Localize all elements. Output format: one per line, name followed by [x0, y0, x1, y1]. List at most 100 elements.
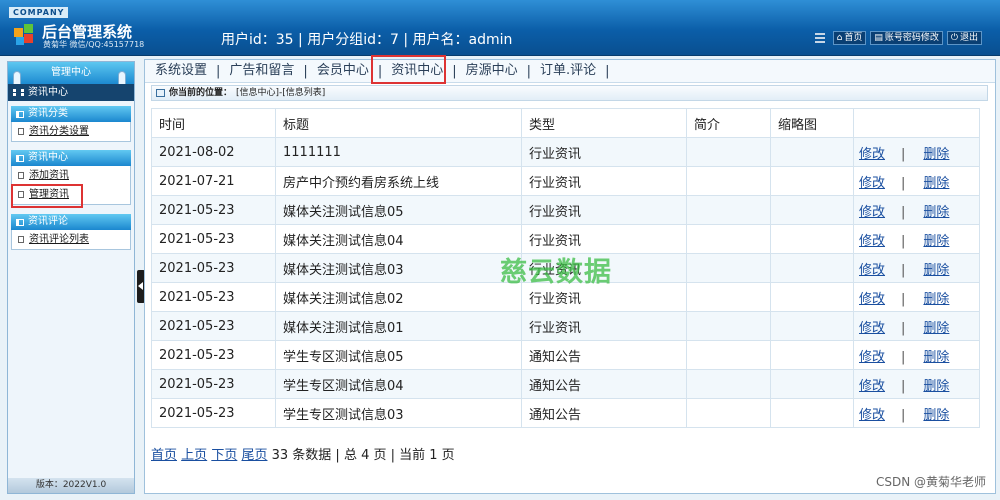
account-button[interactable]: ▤ 账号密码修改 [870, 31, 943, 45]
actions-cell: 修改 | 删除 [853, 166, 980, 196]
title-cell: 媒体关注测试信息02 [275, 282, 522, 312]
title-cell: 学生专区测试信息05 [275, 340, 522, 370]
menu-icon[interactable] [814, 33, 825, 43]
title-cell: 媒体关注测试信息05 [275, 195, 522, 225]
sidebar-section-title: 资讯分类 [28, 108, 68, 119]
type-cell: 行业资讯 [521, 195, 687, 225]
date-cell: 2021-05-23 [151, 224, 276, 254]
highlight-box [11, 184, 83, 208]
edit-link[interactable]: 修改 [859, 292, 885, 307]
delete-link[interactable]: 删除 [923, 263, 949, 278]
pin-icon [13, 71, 21, 85]
date-cell: 2021-07-21 [151, 166, 276, 196]
tab-system-settings[interactable]: 系统设置 [146, 61, 216, 81]
edit-link[interactable]: 修改 [859, 234, 885, 249]
sidebar-section-title: 资讯评论 [28, 216, 68, 227]
sidebar-section-header[interactable]: 资讯分类 [11, 106, 131, 122]
edit-link[interactable]: 修改 [859, 408, 885, 423]
date-cell: 2021-05-23 [151, 340, 276, 370]
tab-orders-reviews[interactable]: 订单.评论 [531, 61, 605, 81]
sidebar-section-header[interactable]: 资讯中心 [11, 150, 131, 166]
window-icon [16, 110, 24, 118]
delete-link[interactable]: 删除 [923, 379, 949, 394]
edit-link[interactable]: 修改 [859, 350, 885, 365]
actions-cell: 修改 | 删除 [853, 311, 980, 341]
delete-link[interactable]: 删除 [923, 176, 949, 191]
intro-cell [686, 369, 771, 399]
thumbnail-cell [770, 311, 854, 341]
watermark: 慈云数据 [500, 257, 612, 288]
sidebar-section-header[interactable]: 资讯评论 [11, 214, 131, 230]
delete-link[interactable]: 删除 [923, 234, 949, 249]
action-separator: | [901, 146, 906, 162]
title-cell: 学生专区测试信息03 [275, 398, 522, 428]
thumbnail-cell [770, 224, 854, 254]
home-button[interactable]: ⌂ 首页 [832, 31, 867, 45]
delete-link[interactable]: 删除 [923, 350, 949, 365]
type-cell: 行业资讯 [521, 137, 687, 167]
action-separator: | [901, 291, 906, 307]
window-icon [16, 218, 24, 226]
actions-cell: 修改 | 删除 [853, 253, 980, 283]
tab-ads-messages[interactable]: 广告和留言 [220, 61, 303, 81]
delete-link[interactable]: 删除 [923, 292, 949, 307]
sidebar-item-category-settings[interactable]: 资讯分类设置 [12, 122, 130, 141]
title-cell: 1111111 [275, 137, 522, 167]
sidebar-item-add-news[interactable]: 添加资讯 [12, 166, 130, 185]
edit-link[interactable]: 修改 [859, 263, 885, 278]
breadcrumb-path: [信息中心]-[信息列表] [236, 88, 326, 98]
sidebar-item-comment-list[interactable]: 资讯评论列表 [12, 230, 130, 249]
sidebar-item-label: 资讯评论列表 [29, 234, 89, 245]
sidebar-item-label: 资讯分类设置 [29, 126, 89, 137]
delete-link[interactable]: 删除 [923, 205, 949, 220]
sidebar-heading: 管理中心 [8, 62, 134, 84]
edit-link[interactable]: 修改 [859, 176, 885, 191]
cube-logo-icon [14, 24, 33, 45]
type-cell: 行业资讯 [521, 311, 687, 341]
edit-link[interactable]: 修改 [859, 379, 885, 394]
type-cell: 通知公告 [521, 369, 687, 399]
version-footer: 版本：2022V1.0 [8, 478, 134, 493]
delete-link[interactable]: 删除 [923, 408, 949, 423]
edit-link[interactable]: 修改 [859, 147, 885, 162]
logout-button[interactable]: ⏻ 退出 [946, 31, 982, 45]
tab-members[interactable]: 会员中心 [308, 61, 378, 81]
pin-icon [118, 71, 126, 85]
actions-cell: 修改 | 删除 [853, 398, 980, 428]
delete-link[interactable]: 删除 [923, 321, 949, 336]
tab-listings[interactable]: 房源中心 [457, 61, 527, 81]
title-cell: 媒体关注测试信息04 [275, 224, 522, 254]
breadcrumb-label: 你当前的位置： [169, 88, 233, 98]
actions-cell: 修改 | 删除 [853, 340, 980, 370]
table-row: 2021-05-23 媒体关注测试信息05 行业资讯 修改 | 删除 [151, 195, 980, 225]
table-row: 2021-05-23 学生专区测试信息04 通知公告 修改 | 删除 [151, 369, 980, 399]
sidebar-item-label: 添加资讯 [29, 170, 69, 181]
sidebar-heading-label: 管理中心 [51, 67, 91, 78]
type-cell: 行业资讯 [521, 166, 687, 196]
app-subtitle: 黄菊华 微信/QQ:45157718 [43, 40, 145, 49]
column-header [853, 108, 980, 138]
thumbnail-cell [770, 282, 854, 312]
intro-cell [686, 398, 771, 428]
edit-link[interactable]: 修改 [859, 321, 885, 336]
action-separator: | [901, 204, 906, 220]
pager-prev[interactable]: 上页 [181, 448, 207, 463]
window-icon [16, 154, 24, 162]
sidebar: 管理中心 资讯中心 资讯分类 资讯分类设置 资讯中心 添加资讯 管理资讯 资讯评… [7, 61, 135, 494]
header-actions: ⌂ 首页 ▤ 账号密码修改 ⏻ 退出 [814, 31, 982, 45]
home-icon: ⌂ [836, 33, 843, 43]
top-header: COMPANY 后台管理系统 黄菊华 微信/QQ:45157718 用户id：3… [0, 0, 1000, 56]
column-header: 缩略图 [770, 108, 854, 138]
sidebar-current-module[interactable]: 资讯中心 [8, 84, 134, 101]
delete-link[interactable]: 删除 [923, 147, 949, 162]
company-badge: COMPANY [9, 7, 69, 18]
column-header: 时间 [151, 108, 276, 138]
pager-first[interactable]: 首页 [151, 448, 177, 463]
pager-last[interactable]: 尾页 [241, 448, 267, 463]
intro-cell [686, 195, 771, 225]
pager-next[interactable]: 下页 [211, 448, 237, 463]
actions-cell: 修改 | 删除 [853, 282, 980, 312]
edit-link[interactable]: 修改 [859, 205, 885, 220]
thumbnail-cell [770, 398, 854, 428]
action-separator: | [901, 262, 906, 278]
